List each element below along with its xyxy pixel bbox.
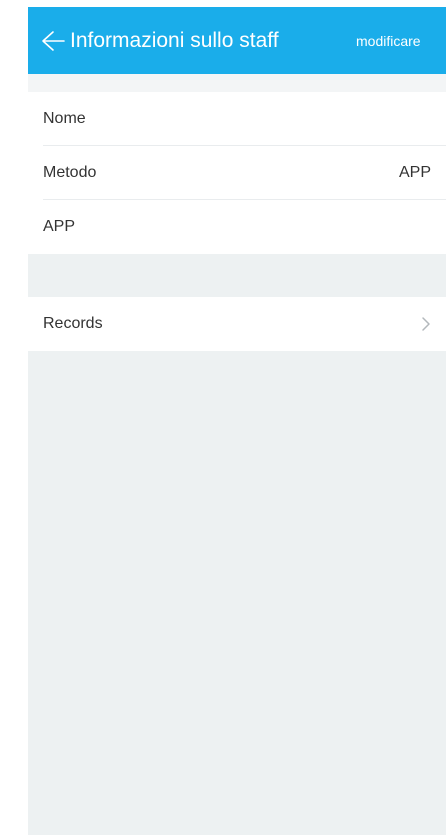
app-row: APP [28, 200, 446, 254]
method-label: Metodo [43, 164, 97, 181]
name-row: Nome [28, 92, 446, 146]
chevron-right-icon [421, 316, 431, 332]
back-button[interactable] [28, 7, 70, 74]
content-area: Nome Metodo APP APP Records [28, 74, 446, 835]
section-spacer [28, 74, 446, 92]
records-row[interactable]: Records [28, 297, 446, 351]
name-label: Nome [43, 110, 86, 127]
records-group: Records [28, 297, 446, 351]
header-bar: Informazioni sullo staff modificare [28, 7, 446, 74]
arrow-left-icon [41, 30, 65, 52]
records-label: Records [43, 315, 103, 332]
staff-info-screen: Informazioni sullo staff modificare Nome… [0, 0, 446, 835]
section-spacer [28, 254, 446, 297]
app-label: APP [43, 218, 76, 235]
page-title: Informazioni sullo staff [70, 28, 279, 52]
edit-button[interactable]: modificare [356, 7, 446, 74]
method-value: APP [398, 164, 431, 181]
method-row: Metodo APP [28, 146, 446, 200]
details-group: Nome Metodo APP APP [28, 92, 446, 254]
